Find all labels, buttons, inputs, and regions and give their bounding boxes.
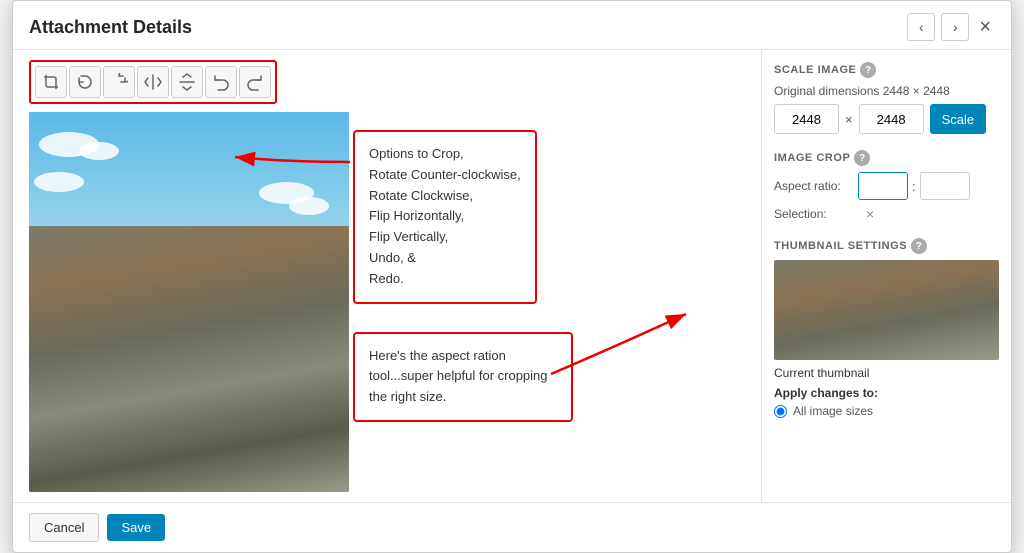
thumbnail-label-text: THUMBNAIL SETTINGS (774, 240, 907, 252)
aspect-ratio-width-input[interactable] (858, 172, 908, 200)
crop-section-label: IMAGE CROP ? (774, 150, 999, 166)
aspect-callout: Here's the aspect ration tool...super he… (353, 332, 573, 422)
scale-inputs: × Scale (774, 104, 999, 134)
current-thumbnail-label: Current thumbnail (774, 366, 999, 380)
next-nav-button[interactable]: › (941, 13, 969, 41)
cloud (34, 172, 84, 192)
crop-aspect-ratio-row: Aspect ratio: : (774, 172, 999, 200)
image-toolbar (29, 60, 277, 104)
modal-header: Attachment Details ‹ › × (13, 1, 1011, 50)
prev-nav-button[interactable]: ‹ (907, 13, 935, 41)
scale-label-text: SCALE IMAGE (774, 64, 856, 76)
flip-h-button[interactable] (137, 66, 169, 98)
crop-help-icon[interactable]: ? (854, 150, 870, 166)
cloud (79, 142, 119, 160)
modal-nav: ‹ › × (907, 13, 995, 41)
crop-section: IMAGE CROP ? Aspect ratio: : Selection: … (774, 150, 999, 222)
cancel-button[interactable]: Cancel (29, 513, 99, 542)
crop-selection-row: Selection: × (774, 206, 999, 222)
close-button[interactable]: × (975, 16, 995, 39)
options-callout: Options to Crop, Rotate Counter-clockwis… (353, 130, 537, 304)
mountain-area (29, 226, 349, 492)
all-image-sizes-radio-row: All image sizes (774, 404, 999, 418)
scale-section: SCALE IMAGE ? Original dimensions 2448 ×… (774, 62, 999, 134)
thumbnail-help-icon[interactable]: ? (911, 238, 927, 254)
attachment-details-modal: Attachment Details ‹ › × (12, 0, 1012, 553)
callout-arrow (225, 142, 355, 182)
modal-footer: Cancel Save (13, 502, 1011, 552)
modal-body: Options to Crop, Rotate Counter-clockwis… (13, 50, 1011, 502)
original-dimensions: Original dimensions 2448 × 2448 (774, 84, 999, 98)
rotate-cw-button[interactable] (103, 66, 135, 98)
selection-clear-icon[interactable]: × (866, 206, 874, 222)
rotate-ccw-button[interactable] (69, 66, 101, 98)
aspect-ratio-separator: : (912, 179, 916, 194)
aspect-callout-arrow (541, 304, 701, 384)
selection-label: Selection: (774, 207, 854, 221)
left-panel: Options to Crop, Rotate Counter-clockwis… (13, 50, 761, 502)
cloud (289, 197, 329, 215)
aspect-callout-text: Here's the aspect ration tool...super he… (369, 348, 548, 405)
thumbnail-preview (774, 260, 999, 360)
scale-height-input[interactable] (859, 104, 924, 134)
scale-help-icon[interactable]: ? (860, 62, 876, 78)
redo-button[interactable] (239, 66, 271, 98)
all-sizes-label: All image sizes (793, 404, 873, 418)
scale-separator: × (845, 112, 853, 127)
flip-v-button[interactable] (171, 66, 203, 98)
undo-button[interactable] (205, 66, 237, 98)
crop-label-text: IMAGE CROP (774, 152, 850, 164)
scale-button[interactable]: Scale (930, 104, 987, 134)
scale-section-label: SCALE IMAGE ? (774, 62, 999, 78)
thumbnail-section: THUMBNAIL SETTINGS ? Current thumbnail A… (774, 238, 999, 418)
save-button[interactable]: Save (107, 514, 165, 541)
crop-tool-button[interactable] (35, 66, 67, 98)
aspect-ratio-height-input[interactable] (920, 172, 970, 200)
modal-title: Attachment Details (29, 17, 192, 38)
right-panel: Rescale your image here. SCALE IMAGE ? (761, 50, 1011, 502)
thumbnail-section-label: THUMBNAIL SETTINGS ? (774, 238, 999, 254)
scale-width-input[interactable] (774, 104, 839, 134)
all-sizes-radio[interactable] (774, 405, 787, 418)
aspect-ratio-label: Aspect ratio: (774, 179, 854, 193)
apply-changes-label: Apply changes to: (774, 386, 999, 400)
options-callout-text: Options to Crop, Rotate Counter-clockwis… (369, 146, 521, 286)
